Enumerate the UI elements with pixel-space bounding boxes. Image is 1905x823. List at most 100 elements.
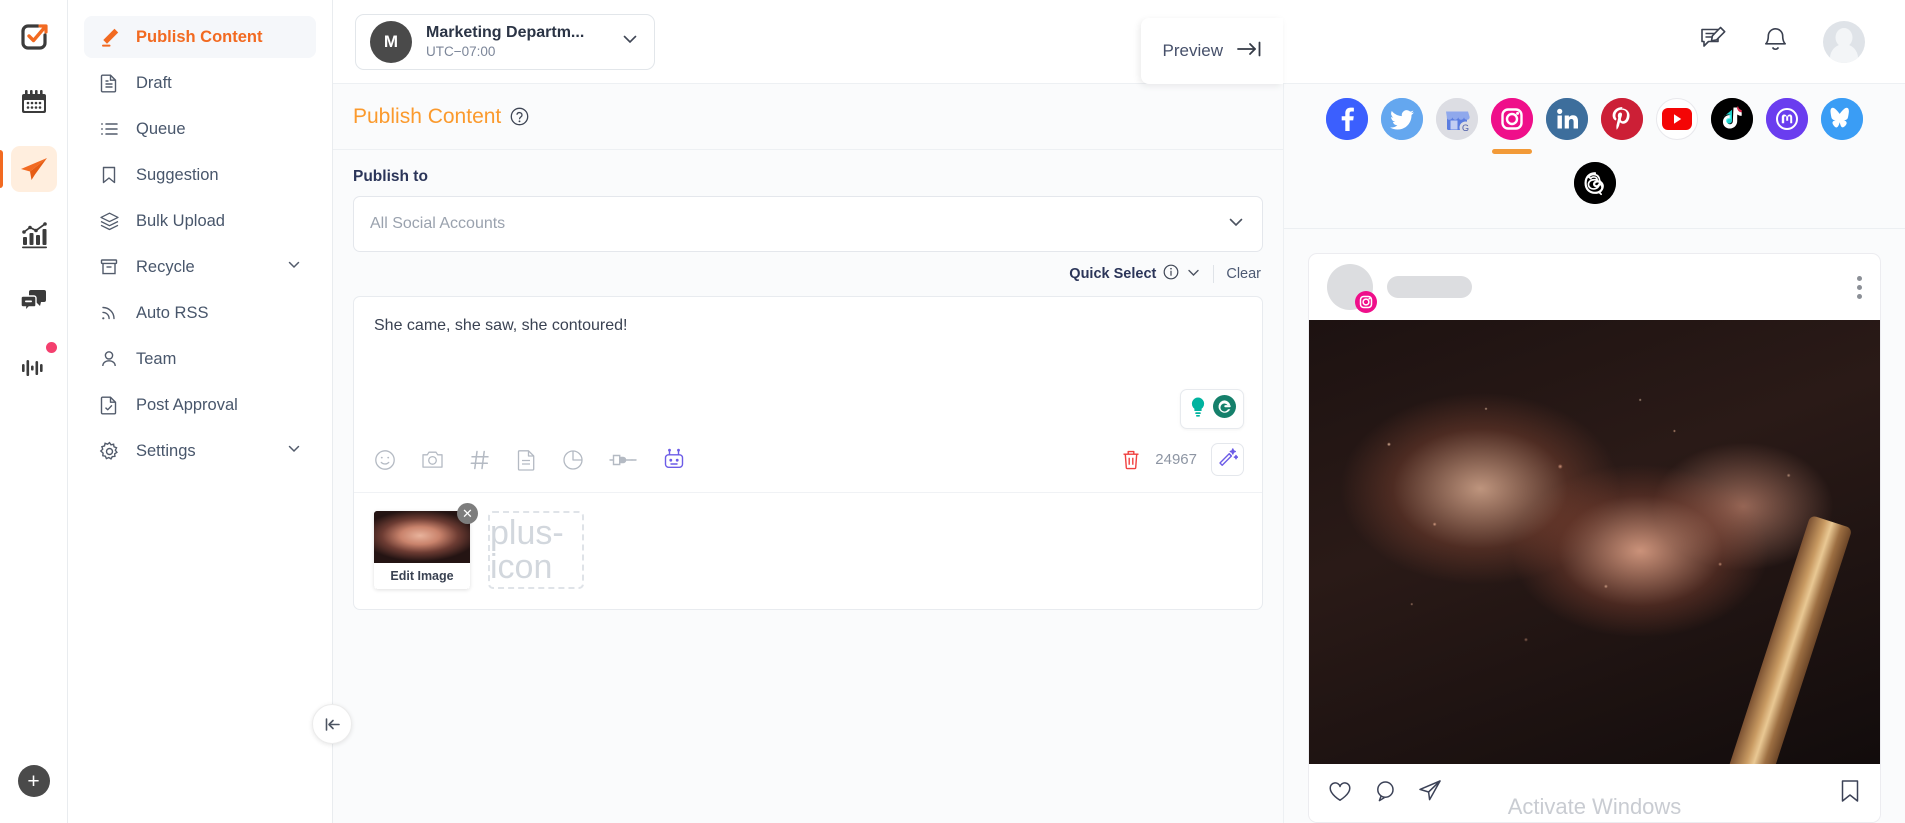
mastodon-icon (1766, 98, 1808, 140)
network-pinterest[interactable] (1601, 98, 1643, 154)
sidebar-item-queue[interactable]: Queue (84, 108, 316, 150)
chevron-down-icon[interactable] (286, 441, 302, 462)
network-instagram[interactable] (1491, 98, 1533, 154)
layers-icon (98, 210, 120, 232)
workspace-selector[interactable]: M Marketing Departm... UTC−07:00 (355, 13, 655, 70)
sidebar-collapse-button[interactable] (312, 704, 352, 744)
grammarly-widget (354, 377, 1262, 429)
sidebar-item-auto-rss[interactable]: Auto RSS (84, 292, 316, 334)
share-icon[interactable] (1417, 778, 1443, 809)
sidebar-item-draft[interactable]: Draft (84, 62, 316, 104)
publish-button[interactable] (0, 146, 57, 192)
instagram-icon (1491, 98, 1533, 140)
composer-scroll: Publish to All Social Accounts Quick Sel… (333, 150, 1283, 823)
calendar-button[interactable] (11, 80, 57, 126)
chat-bubbles-icon (19, 290, 46, 313)
chevron-down-icon (1186, 265, 1201, 284)
composer-textarea[interactable]: She came, she saw, she contoured! (354, 297, 1262, 377)
threads-icon (1573, 162, 1616, 204)
sidebar-item-publish-content[interactable]: Publish Content (84, 16, 316, 58)
sidebar-item-recycle[interactable]: Recycle (84, 246, 316, 288)
character-count: 24967 (1155, 451, 1197, 468)
facebook-icon (1326, 98, 1368, 140)
calendar-icon (21, 90, 46, 113)
media-thumbnail[interactable]: Edit Image ✕ (374, 503, 478, 589)
network-twitter[interactable] (1381, 98, 1423, 154)
network-threads[interactable] (1573, 162, 1616, 218)
preview-button[interactable]: Preview (1140, 18, 1283, 84)
ai-assist-button[interactable] (1211, 443, 1244, 476)
network-bluesky[interactable] (1821, 98, 1863, 154)
editor-toolbar: 24967 (354, 429, 1262, 492)
pinterest-icon (1601, 98, 1643, 140)
pie-chart-icon[interactable] (562, 449, 584, 471)
bluesky-icon (1821, 98, 1863, 140)
robot-icon[interactable] (662, 447, 686, 472)
more-vertical-icon[interactable] (1857, 275, 1862, 299)
sidebar-item-bulk-upload[interactable]: Bulk Upload (84, 200, 316, 242)
grammarly-icon[interactable] (1212, 394, 1237, 424)
quick-select-button[interactable]: Quick Select (1069, 264, 1201, 284)
heart-icon[interactable] (1327, 778, 1353, 809)
bell-icon[interactable] (1762, 26, 1789, 58)
inbox-button[interactable] (11, 278, 57, 324)
pencil-icon (98, 26, 120, 48)
sidebar-item-label: Queue (136, 119, 186, 138)
add-new-button[interactable]: + (17, 765, 50, 797)
bookmark-icon[interactable] (1838, 778, 1862, 809)
trash-icon[interactable] (1121, 449, 1141, 471)
add-media-button[interactable]: plus-icon (488, 511, 584, 589)
brand-logo-button[interactable] (11, 14, 57, 60)
network-facebook[interactable] (1326, 98, 1368, 154)
document-icon[interactable] (516, 449, 537, 471)
sidebar-item-suggestion[interactable]: Suggestion (84, 154, 316, 196)
grammarly-pill[interactable] (1180, 389, 1244, 429)
sidebar: Publish Content Draft Queue Suggestion B… (68, 0, 352, 823)
composer-column: Publish Content Preview Publish to All S… (333, 18, 1283, 823)
lightbulb-icon[interactable] (1187, 395, 1209, 424)
question-circle-icon[interactable] (510, 107, 529, 126)
preview-panel: G Activate Windows (1283, 84, 1905, 823)
list-icon (98, 118, 120, 140)
close-icon[interactable]: ✕ (457, 503, 478, 524)
network-youtube[interactable] (1656, 98, 1698, 154)
arrow-right-bar-icon (1237, 40, 1263, 63)
publish-to-label: Publish to (353, 168, 428, 185)
publish-to-select[interactable]: All Social Accounts (353, 196, 1263, 252)
network-tiktok[interactable] (1711, 98, 1753, 154)
chevron-down-icon[interactable] (620, 29, 640, 54)
tiktok-icon (1711, 98, 1753, 140)
bar-chart-icon (21, 222, 47, 249)
top-bar: M Marketing Departm... UTC−07:00 (333, 0, 1905, 84)
network-google-business[interactable]: G (1436, 98, 1478, 154)
emoji-icon[interactable] (374, 449, 396, 471)
workspace-avatar: M (370, 20, 412, 63)
sidebar-item-team[interactable]: Team (84, 338, 316, 380)
sidebar-item-label: Suggestion (136, 165, 219, 184)
plug-icon[interactable] (609, 449, 637, 471)
social-row-secondary (1284, 162, 1905, 218)
sidebar-item-settings[interactable]: Settings (84, 430, 316, 472)
notification-dot (45, 342, 57, 353)
clear-button[interactable]: Clear (1226, 266, 1261, 282)
monitoring-button[interactable] (11, 342, 57, 390)
analytics-button[interactable] (11, 212, 57, 258)
gear-icon (98, 440, 120, 462)
edit-image-button[interactable]: Edit Image (374, 563, 470, 589)
chevron-down-icon (1226, 212, 1246, 237)
preview-label: Preview (1162, 41, 1223, 60)
camera-icon[interactable] (421, 448, 444, 471)
comment-icon[interactable] (1372, 778, 1398, 809)
compose-icon[interactable] (1699, 25, 1728, 59)
avatar[interactable] (1823, 20, 1865, 63)
sidebar-item-post-approval[interactable]: Post Approval (84, 384, 316, 426)
social-row-primary: G (1284, 98, 1905, 154)
document-check-icon (98, 394, 120, 416)
chevron-down-icon[interactable] (286, 257, 302, 278)
network-linkedin[interactable] (1546, 98, 1588, 154)
network-mastodon[interactable] (1766, 98, 1808, 154)
editor-toolbar-right: 24967 (1121, 443, 1244, 476)
hashtag-icon[interactable] (469, 449, 491, 471)
linkedin-icon (1546, 98, 1588, 140)
avatar (1327, 264, 1377, 313)
